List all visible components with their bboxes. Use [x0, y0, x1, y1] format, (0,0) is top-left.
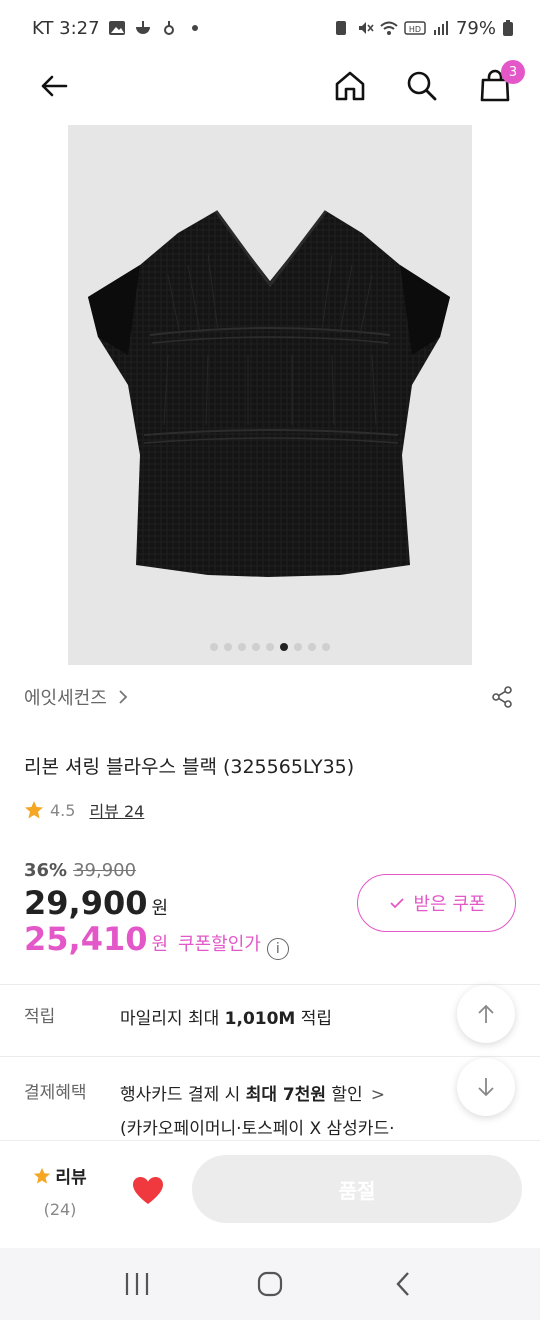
check-icon	[389, 898, 404, 909]
app-icon	[163, 21, 174, 35]
arrow-down-icon	[478, 1078, 494, 1097]
search-button[interactable]	[400, 64, 444, 108]
carousel-dot[interactable]	[252, 643, 260, 651]
home-button[interactable]	[328, 64, 372, 108]
wishlist-button[interactable]	[128, 1171, 168, 1211]
bottom-purchase-bar: 리뷰 (24) 품절	[0, 1140, 540, 1246]
currency-unit: 원	[151, 898, 169, 919]
benefit-amount: 최대 7천원	[245, 1085, 327, 1105]
coupon-button-label: 받은 쿠폰	[413, 894, 486, 915]
divider	[0, 984, 540, 985]
carousel-dot[interactable]	[224, 643, 232, 651]
cart-count-badge: 3	[501, 60, 525, 84]
recent-apps-icon	[125, 1273, 148, 1295]
svg-text:HD: HD	[409, 25, 421, 34]
status-time: KT 3:27	[32, 17, 100, 39]
info-icon[interactable]: i	[266, 938, 289, 960]
points-text: 마일리지 최대	[120, 1009, 225, 1029]
back-button[interactable]	[32, 64, 76, 108]
points-label: 적립	[24, 1007, 56, 1027]
coupon-price-row: 25,410 원 쿠폰할인가 i	[24, 920, 289, 960]
carousel-dot[interactable]	[210, 643, 218, 651]
star-icon	[25, 801, 43, 819]
carousel-dot[interactable]	[280, 643, 288, 651]
scroll-down-button[interactable]	[457, 1058, 515, 1116]
price-row: 29,900 원	[24, 884, 168, 922]
carousel-dot[interactable]	[294, 643, 302, 651]
search-icon	[407, 71, 437, 101]
discount-row: 36% 39,900	[24, 860, 136, 881]
cart-button[interactable]: 3	[473, 60, 525, 108]
rating-value: 4.5	[50, 800, 76, 820]
notification-dot	[191, 25, 198, 31]
back-system-button[interactable]	[373, 1254, 433, 1314]
product-image-carousel[interactable]	[68, 125, 472, 665]
bowl-icon	[135, 21, 150, 34]
hd-icon: HD	[404, 21, 426, 35]
coupon-currency-unit: 원	[151, 934, 169, 955]
carousel-dot[interactable]	[238, 643, 246, 651]
sold-out-button[interactable]: 품절	[192, 1155, 522, 1223]
review-count: (24)	[43, 1200, 77, 1219]
battery-saver-icon	[335, 21, 346, 35]
recent-apps-button[interactable]	[107, 1254, 167, 1314]
review-link[interactable]: 리뷰 24	[89, 798, 144, 822]
carousel-dot[interactable]	[308, 643, 316, 651]
mute-icon	[358, 22, 374, 34]
brand-row: 에잇세컨즈	[24, 680, 516, 714]
received-coupon-button[interactable]: 받은 쿠폰	[357, 874, 516, 932]
share-icon	[492, 686, 512, 708]
battery-icon	[503, 20, 513, 36]
top-nav: 3	[0, 56, 540, 116]
signal-icon	[433, 21, 448, 35]
scroll-up-button[interactable]	[457, 985, 515, 1043]
home-icon	[335, 71, 365, 101]
star-icon	[34, 1167, 51, 1184]
sale-price: 29,900	[24, 884, 148, 922]
chevron-right-icon: >	[370, 1085, 385, 1105]
review-label: 리뷰	[55, 1168, 87, 1188]
back-arrow-icon	[41, 75, 68, 97]
arrow-up-icon	[478, 1004, 494, 1023]
benefit-value: 행사카드 결제 시 최대 7천원 할인 > (카카오페이머니·토스페이 X 삼성카…	[120, 1078, 395, 1146]
carousel-dot[interactable]	[322, 643, 330, 651]
share-button[interactable]	[488, 683, 516, 711]
coupon-price-label: 쿠폰할인가	[178, 934, 261, 955]
back-chevron-icon	[396, 1272, 410, 1296]
points-suffix: 적립	[295, 1009, 333, 1029]
carousel-indicator	[68, 643, 472, 651]
divider	[0, 1056, 540, 1057]
benefit-label: 결제혜택	[24, 1083, 87, 1103]
chevron-right-icon	[119, 690, 128, 704]
gallery-icon	[108, 21, 125, 35]
heart-icon	[133, 1177, 163, 1204]
points-row: 적립 마일리지 최대 1,010M 적립	[24, 1002, 332, 1036]
carousel-dot[interactable]	[266, 643, 274, 651]
home-circle-icon	[257, 1271, 283, 1297]
rating-row: 4.5 리뷰 24	[24, 798, 144, 822]
review-button[interactable]: 리뷰 (24)	[30, 1163, 90, 1219]
discount-percent: 36%	[24, 860, 68, 881]
system-navigation-bar	[0, 1248, 540, 1320]
points-amount: 1,010M	[224, 1009, 296, 1029]
home-system-button[interactable]	[240, 1254, 300, 1314]
brand-link[interactable]: 에잇세컨즈	[24, 684, 107, 710]
product-photo-blouse	[88, 209, 450, 577]
wifi-icon	[380, 21, 398, 35]
product-title: 리본 셔링 블라우스 블랙 (325565LY35)	[24, 756, 355, 778]
benefit-suffix: 할인	[326, 1085, 363, 1105]
points-value: 마일리지 최대 1,010M 적립	[120, 1002, 332, 1036]
status-bar: KT 3:27 HD 79%	[0, 0, 540, 56]
coupon-price: 25,410	[24, 920, 148, 958]
benefit-text: 행사카드 결제 시	[120, 1085, 246, 1105]
original-price: 39,900	[73, 860, 137, 881]
battery-text: 79%	[455, 17, 496, 39]
payment-benefit-row[interactable]: 결제혜택 행사카드 결제 시 최대 7천원 할인 > (카카오페이머니·토스페이 …	[24, 1078, 395, 1146]
